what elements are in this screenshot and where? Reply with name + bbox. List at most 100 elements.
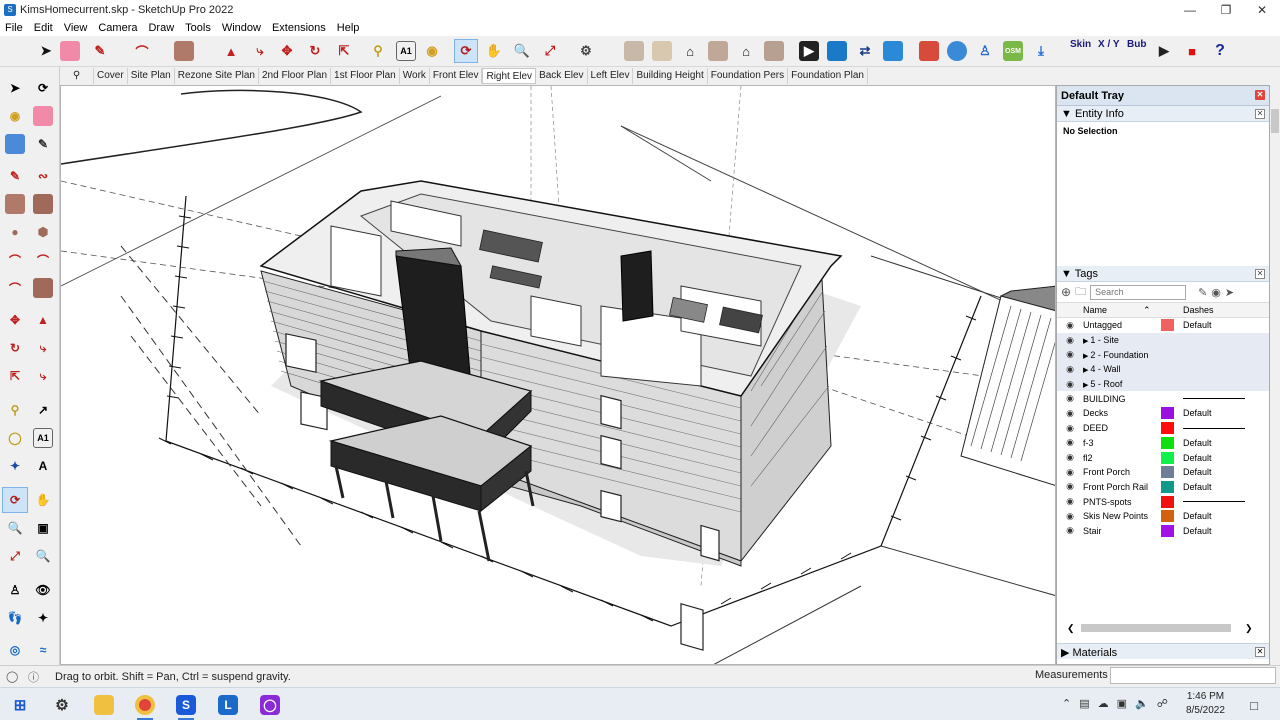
tag-folder-name[interactable]: ▶ 1 - Site xyxy=(1083,335,1161,345)
person-icon[interactable]: ♙ xyxy=(973,39,997,63)
tag-color-swatch[interactable] xyxy=(1161,480,1174,493)
paint-bucket-icon[interactable]: ◉ xyxy=(420,39,444,63)
tag-row[interactable]: ◉ PNTS-spots xyxy=(1057,494,1269,509)
tag-dashes[interactable]: Default xyxy=(1183,467,1247,477)
follow-me-icon[interactable]: ⤷ xyxy=(248,39,272,63)
rotate-icon[interactable]: ↻ xyxy=(2,335,28,361)
tab-back-elev[interactable]: Back Elev xyxy=(536,68,588,84)
tag-dashes[interactable]: Default xyxy=(1183,526,1247,536)
materials-close-icon[interactable]: ✕ xyxy=(1255,647,1265,657)
tag-row[interactable]: ◉ Stair Default xyxy=(1057,524,1269,539)
eye-icon[interactable]: ◉ xyxy=(1057,364,1083,375)
zoom-icon[interactable]: 🔍 xyxy=(510,39,534,63)
solid-icon[interactable] xyxy=(881,39,905,63)
tag-row[interactable]: ◉ Front Porch Default xyxy=(1057,465,1269,480)
position-camera-icon[interactable]: ♙ xyxy=(2,577,28,603)
tag-name[interactable]: Front Porch Rail xyxy=(1083,482,1161,492)
select-icon[interactable]: ➤ xyxy=(34,39,58,63)
sandbox-icon[interactable]: ◎ xyxy=(2,637,28,663)
tab-foundation-plan[interactable]: Foundation Plan xyxy=(788,68,868,84)
polygon-icon[interactable]: ⬢ xyxy=(30,219,56,245)
eye-icon[interactable]: ◉ xyxy=(1057,335,1083,346)
eye-icon[interactable]: ◉ xyxy=(1057,393,1083,404)
tag-row[interactable]: ◉ Front Porch Rail Default xyxy=(1057,480,1269,495)
menu-help[interactable]: Help xyxy=(332,22,366,34)
rectangle-icon[interactable] xyxy=(2,191,28,217)
dimension-icon[interactable]: ↗ xyxy=(30,397,56,423)
tag-dashes[interactable]: Default xyxy=(1183,453,1247,463)
scale-icon[interactable]: ⇱ xyxy=(2,363,28,389)
tag-folder-name[interactable]: ▶ 4 - Wall xyxy=(1083,364,1161,374)
tab-work[interactable]: Work xyxy=(400,68,430,84)
orbit-icon[interactable]: ⟳ xyxy=(454,39,478,63)
right-view-icon[interactable] xyxy=(762,39,786,63)
tape-icon[interactable]: ⚲ xyxy=(366,39,390,63)
component-icon[interactable] xyxy=(2,131,28,157)
tag-dashes[interactable]: Default xyxy=(1183,482,1247,492)
layout-taskbar-icon[interactable]: L xyxy=(214,692,242,718)
tag-color-swatch[interactable] xyxy=(1161,510,1174,523)
eye-icon[interactable]: ◉ xyxy=(1057,379,1083,390)
tag-name[interactable]: BUILDING xyxy=(1083,394,1161,404)
section-icon[interactable]: ⇄ xyxy=(853,39,877,63)
zoom-icon[interactable]: 🔍 xyxy=(2,515,28,541)
tag-folder-name[interactable]: ▶ 5 - Roof xyxy=(1083,379,1161,389)
scenes-icon[interactable]: ▶ xyxy=(797,39,821,63)
windows-start-icon[interactable]: ⊞ xyxy=(6,692,34,718)
line-icon[interactable]: ✎ xyxy=(2,163,28,189)
lasso-icon[interactable]: ⟳ xyxy=(30,75,56,101)
close-icon[interactable]: ✕ xyxy=(1244,0,1280,19)
tags-col-name[interactable]: Name xyxy=(1083,305,1143,315)
tag-row[interactable]: ◉ ▶ 1 - Site xyxy=(1057,332,1269,348)
stop-icon[interactable]: ■ xyxy=(1180,39,1204,63)
onedrive-icon[interactable]: ☁ xyxy=(1098,697,1109,710)
tag-color-swatch[interactable] xyxy=(1161,422,1174,435)
tag-name[interactable]: Untagged xyxy=(1083,320,1161,330)
tag-name[interactable]: f-3 xyxy=(1083,438,1161,448)
tab-left-elev[interactable]: Left Elev xyxy=(588,68,634,84)
tab-1st-floor-plan[interactable]: 1st Floor Plan xyxy=(331,68,400,84)
measurements-field[interactable] xyxy=(1110,667,1276,684)
eye-icon[interactable]: ◉ xyxy=(1057,496,1083,507)
chevron-up-icon[interactable]: ⌃ xyxy=(1062,697,1071,710)
file-explorer-icon[interactable] xyxy=(90,692,118,718)
tag-row[interactable]: ◉ Skis New Points Default xyxy=(1057,509,1269,524)
tag-row[interactable]: ◉ ▶ 5 - Roof xyxy=(1057,376,1269,392)
eraser-icon[interactable] xyxy=(30,103,56,129)
iso-icon[interactable] xyxy=(622,39,646,63)
menu-extensions[interactable]: Extensions xyxy=(267,22,332,34)
eye-icon[interactable]: ◉ xyxy=(1057,423,1083,434)
push-pull-icon[interactable]: ▲ xyxy=(219,39,243,63)
tab-right-elev[interactable]: Right Elev xyxy=(482,68,537,84)
network-icon[interactable]: ▤ xyxy=(1079,697,1089,710)
tab-cover[interactable]: Cover xyxy=(94,68,128,84)
play-icon[interactable]: ▶ xyxy=(1152,39,1176,63)
eye-icon[interactable]: ◉ xyxy=(1057,349,1083,360)
entity-info-header[interactable]: ▼ Entity Info ✕ xyxy=(1057,106,1269,122)
tag-dashes[interactable]: Default xyxy=(1183,438,1247,448)
tag-dashes[interactable]: Default xyxy=(1183,320,1247,330)
pie-icon[interactable] xyxy=(30,275,56,301)
tag-color-swatch[interactable] xyxy=(1161,407,1174,420)
follow-me-icon[interactable]: ⤷ xyxy=(30,335,56,361)
restore-icon[interactable]: ❐ xyxy=(1208,0,1244,19)
text-icon[interactable]: A1 xyxy=(394,39,418,63)
previous-view-icon[interactable]: 🔍 xyxy=(30,543,56,569)
shield-icon[interactable] xyxy=(917,39,941,63)
tag-dashes[interactable]: Default xyxy=(1183,511,1247,521)
styles-icon[interactable]: ⚙ xyxy=(574,39,598,63)
tag-name[interactable]: PNTS-spots xyxy=(1083,497,1161,507)
tag-color-swatch[interactable] xyxy=(1161,319,1174,332)
walk-icon[interactable]: 👣 xyxy=(2,605,28,631)
flip-icon[interactable]: ≈ xyxy=(30,637,56,663)
tag-name[interactable]: Front Porch xyxy=(1083,467,1161,477)
eye-icon[interactable]: ◉ xyxy=(1057,525,1083,536)
paint-icon[interactable] xyxy=(172,39,196,63)
eye-icon[interactable]: ◉ xyxy=(1057,452,1083,463)
text-icon[interactable]: A1 xyxy=(30,425,56,451)
display-tray-icon[interactable]: ▣ xyxy=(1117,697,1127,710)
tags-horizontal-scrollbar[interactable]: ❮ ❯ xyxy=(1067,623,1257,633)
tag-dash-line[interactable] xyxy=(1183,398,1245,400)
tag-tool-icon[interactable]: ✎ xyxy=(1198,286,1207,299)
freehand-icon[interactable]: ∾ xyxy=(30,163,56,189)
